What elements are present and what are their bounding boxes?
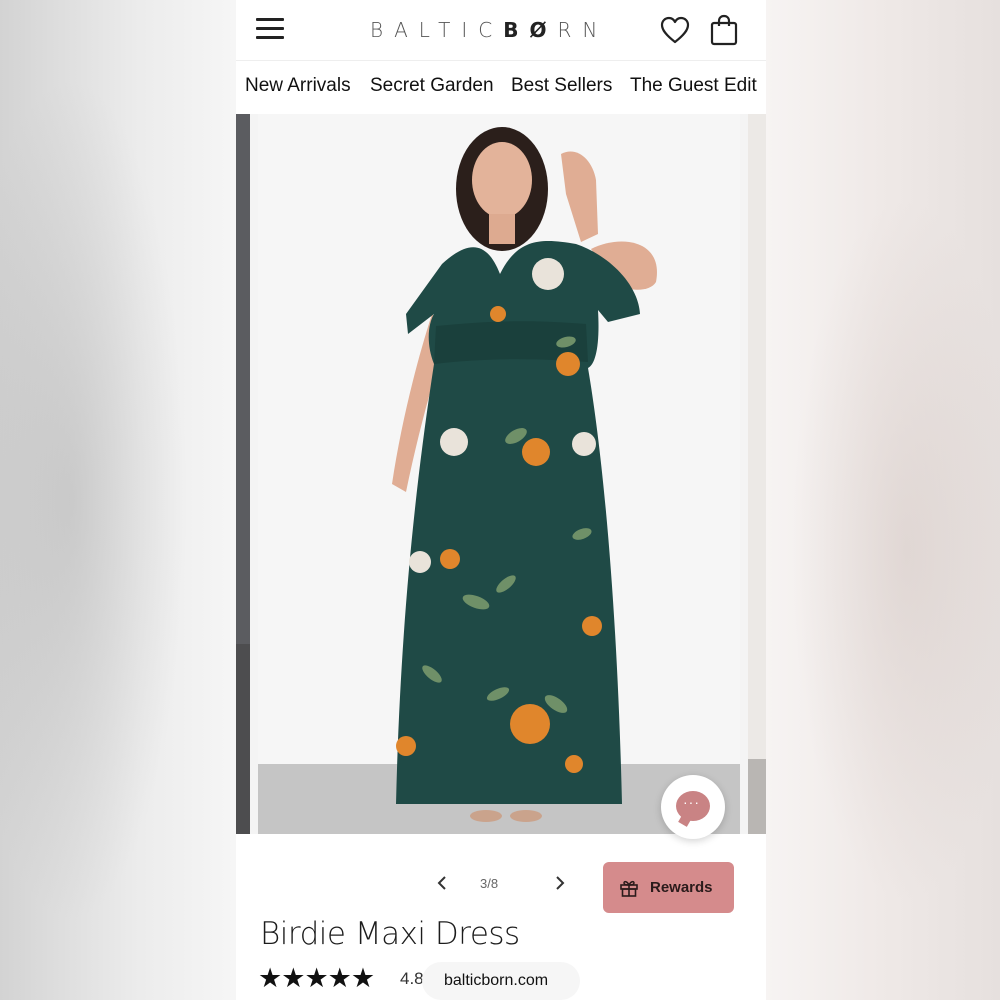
chevron-right-icon[interactable] (548, 872, 570, 894)
category-nav: New Arrivals Secret Garden Best Sellers … (236, 60, 766, 115)
heart-icon[interactable] (660, 16, 690, 44)
rewards-label: Rewards (650, 879, 713, 896)
url-text: balticborn.com (444, 972, 549, 989)
nav-item-best-sellers[interactable]: Best Sellers (511, 75, 612, 97)
star-icon: ★ (304, 963, 329, 993)
chat-button[interactable]: ··· (661, 775, 725, 839)
nav-item-new-arrivals[interactable]: New Arrivals (245, 75, 351, 97)
site-header: BALTICBØRN (236, 0, 766, 60)
image-counter: 3/8 (480, 876, 499, 891)
star-icon: ★ (281, 963, 306, 993)
mobile-page: BALTICBØRN New Arrivals Secret Garden Be… (236, 0, 766, 1000)
background-blur-left (0, 0, 236, 1000)
rating-value: 4.8 (400, 969, 424, 988)
nav-item-guest-edit[interactable]: The Guest Edit (630, 75, 757, 97)
background-blur-right (766, 0, 1000, 1000)
browser-url-bar[interactable]: balticborn.com (422, 962, 580, 1000)
product-title: Birdie Maxi Dress (260, 916, 520, 952)
chat-dots: ··· (683, 794, 700, 810)
star-icon: ★ (350, 963, 376, 993)
brand-logo[interactable]: BALTICBØRN (370, 18, 634, 46)
shopping-bag-icon[interactable] (709, 14, 739, 46)
product-image-gallery[interactable] (236, 114, 766, 834)
star-icon: ★ (327, 963, 352, 993)
logo-text-rest: RN (557, 18, 609, 42)
product-photo (236, 114, 766, 834)
gift-icon (620, 880, 638, 897)
chevron-left-icon[interactable] (432, 872, 454, 894)
star-rating[interactable]: ★★★★★ (258, 963, 376, 993)
hamburger-menu-icon[interactable] (256, 18, 284, 40)
logo-text-light: BALTIC (370, 18, 504, 42)
nav-item-secret-garden[interactable]: Secret Garden (370, 75, 494, 97)
logo-text-bold: BØ (503, 18, 558, 42)
star-icon: ★ (258, 963, 283, 993)
rewards-button[interactable]: Rewards (603, 862, 734, 913)
